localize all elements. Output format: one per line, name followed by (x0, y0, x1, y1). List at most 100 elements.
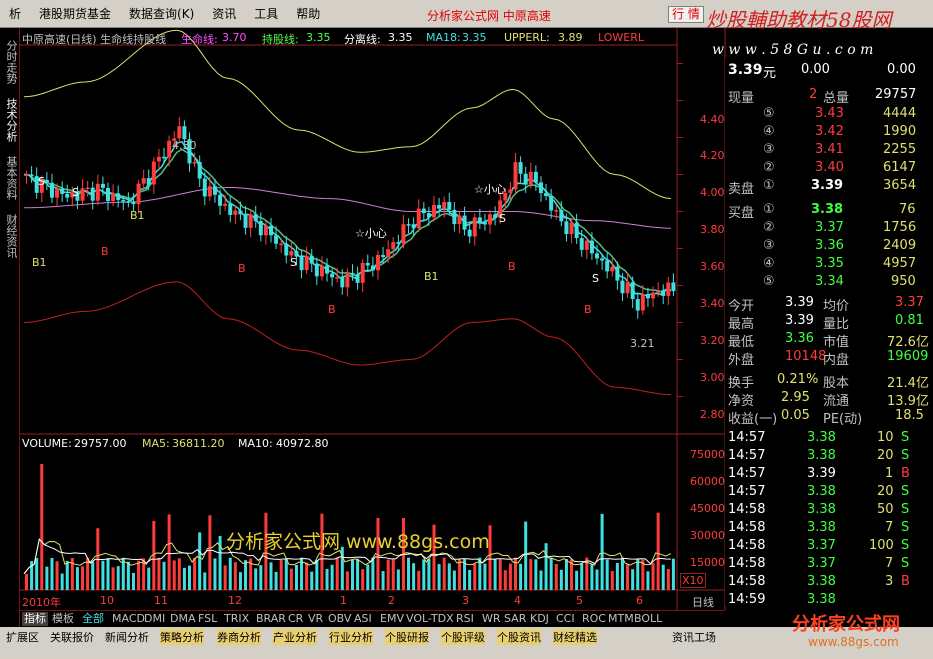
volume-bar (279, 560, 283, 590)
tab-kdj[interactable]: KDJ (530, 612, 549, 626)
candle-body (126, 201, 131, 203)
tab-all[interactable]: 全部 (82, 612, 104, 626)
candle-body (538, 182, 543, 194)
tick-price: 3.38 (807, 502, 836, 517)
stat-row: 外盘 10148 内盘 19609 (725, 348, 933, 368)
candle-body (156, 156, 161, 162)
tab-emv[interactable]: EMV (380, 612, 404, 626)
tab-brar[interactable]: BRAR (256, 612, 286, 626)
tab-dma[interactable]: DMA (170, 612, 196, 626)
tab-roc[interactable]: ROC (582, 612, 606, 626)
tab-dmi[interactable]: DMI (144, 612, 165, 626)
tab-vol-tdx[interactable]: VOL-TDX (406, 612, 454, 626)
candle (370, 256, 375, 277)
lower-band-line (23, 281, 671, 396)
volume-bar (274, 571, 278, 590)
tab-stock-report[interactable]: 个股研报 (385, 629, 429, 645)
ask-volume: 2255 (883, 142, 917, 157)
tab-sar[interactable]: SAR (504, 612, 526, 626)
stat-label: 内盘 (823, 353, 850, 368)
candle-body (202, 178, 207, 197)
fund-value: 0.05 (781, 408, 810, 423)
candle-body (106, 187, 110, 202)
candle (141, 169, 146, 191)
candle-body (605, 260, 610, 272)
tick-side: S (901, 502, 910, 517)
ma18-value: 3.35 (462, 31, 487, 44)
candle-body (141, 178, 146, 184)
candle-body (488, 214, 493, 225)
tab-finance-picks[interactable]: 财经精选 (553, 629, 597, 645)
tab-sector[interactable]: 行业分析 (329, 629, 373, 645)
tab-vr[interactable]: VR (308, 612, 323, 626)
tab-wr[interactable]: WR (482, 612, 501, 626)
period-selector[interactable]: 日线 (692, 594, 714, 610)
candle (156, 148, 161, 169)
stat-value: 3.39 (785, 295, 814, 310)
tab-indicator[interactable]: 指标 (22, 612, 48, 626)
volume-bar (626, 564, 630, 590)
candle (605, 252, 610, 279)
sell-mark: S (38, 175, 45, 188)
bid-price: 3.36 (815, 238, 844, 253)
tab-template[interactable]: 模板 (52, 612, 74, 626)
volume-bar (442, 557, 446, 590)
candle-body (579, 238, 584, 250)
volume-bar (111, 567, 115, 590)
volume-tick: 60000 (690, 475, 725, 488)
tab-news-analysis[interactable]: 新闻分析 (105, 629, 149, 645)
tab-strategy[interactable]: 策略分析 (160, 629, 204, 645)
candles (24, 117, 676, 319)
candle-body (197, 162, 202, 179)
tab-cci[interactable]: CCI (556, 612, 575, 626)
tab-extension[interactable]: 扩展区 (6, 629, 39, 645)
tab-related-quote[interactable]: 关联报价 (50, 629, 94, 645)
tab-broker[interactable]: 券商分析 (217, 629, 261, 645)
volume-tick: 75000 (690, 448, 725, 461)
tab-fsl[interactable]: FSL (198, 612, 217, 626)
tab-trix[interactable]: TRIX (224, 612, 249, 626)
tick-side: B (901, 574, 910, 589)
candle-body (162, 156, 167, 159)
buy-mark: B (238, 262, 246, 275)
tick-volume: 10 (877, 430, 894, 445)
tick-time: 14:58 (728, 520, 766, 535)
b1-mark: B1 (130, 209, 145, 222)
tab-cr[interactable]: CR (288, 612, 303, 626)
volume-bar (172, 560, 176, 590)
tab-stock-news[interactable]: 个股资讯 (497, 629, 541, 645)
ask-level: ③ (763, 142, 775, 157)
candle (635, 292, 640, 319)
tab-mtm[interactable]: MTM (608, 612, 634, 626)
tab-rsi[interactable]: RSI (456, 612, 474, 626)
chart-title: 中原高速(日线) 生命线持股线 (22, 33, 167, 46)
tab-stock-rating[interactable]: 个股评级 (441, 629, 485, 645)
tab-info-factory[interactable]: 资讯工场 (672, 629, 716, 645)
bid-price: 3.38 (811, 202, 844, 217)
candle-body (421, 208, 426, 214)
candle-body (49, 182, 54, 198)
tick-price: 3.38 (807, 448, 836, 463)
tab-obv[interactable]: OBV (328, 612, 351, 626)
candle (197, 155, 202, 187)
candle-body (386, 249, 391, 258)
volume-bar (590, 564, 594, 590)
candle (243, 205, 248, 235)
tick-time: 14:57 (728, 466, 766, 481)
ask-price: 3.39 (811, 178, 844, 193)
ma5-label: MA5: (142, 437, 170, 450)
tab-industry-chain[interactable]: 产业分析 (273, 629, 317, 645)
tab-asi[interactable]: ASI (354, 612, 372, 626)
candle-body (121, 200, 126, 202)
volume-bar (45, 566, 49, 590)
tick-volume: 7 (885, 556, 894, 571)
bid-volume: 1756 (883, 220, 917, 235)
low-price-label: 3.21 (630, 337, 655, 350)
ask-row: ④ 3.42 1990 (725, 123, 933, 141)
tick-time: 14:58 (728, 556, 766, 571)
tab-boll[interactable]: BOLL (634, 612, 662, 626)
upper-label: UPPERL: (504, 31, 550, 44)
tab-macd[interactable]: MACD (112, 612, 145, 626)
volume-bar (351, 559, 354, 590)
price-tick: 3.80 (700, 223, 725, 236)
